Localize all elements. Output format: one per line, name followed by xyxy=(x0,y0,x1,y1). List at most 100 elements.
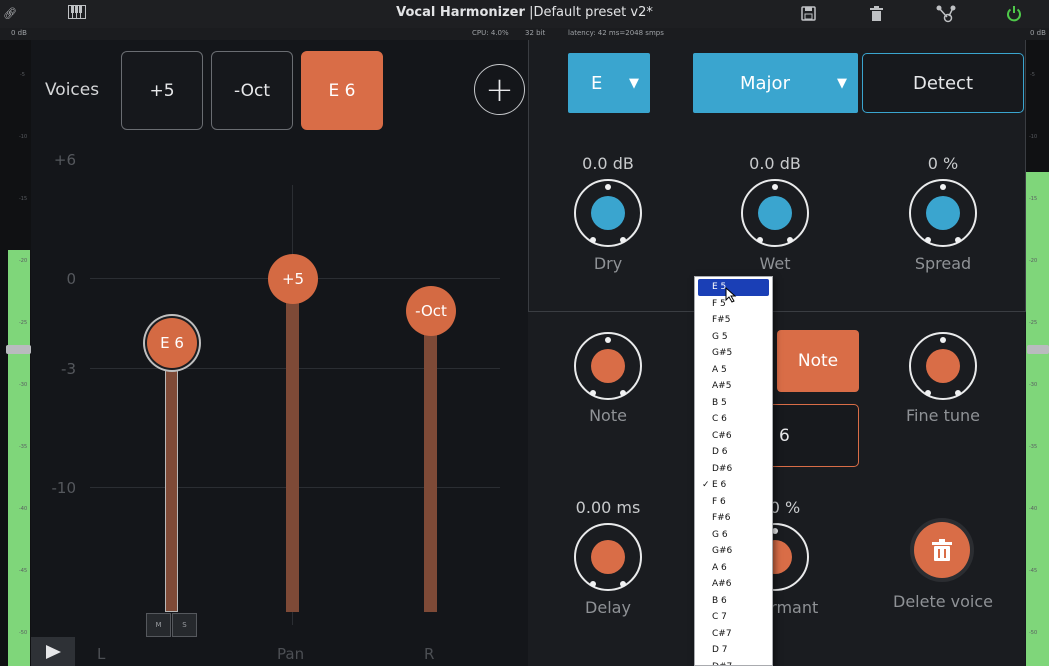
meter-tick: -45 xyxy=(1029,568,1038,574)
latency-readout: latency: 42 ms=2048 smps xyxy=(568,29,664,37)
meter-tick: -40 xyxy=(1029,506,1038,512)
note-option[interactable]: F 6 xyxy=(695,494,772,511)
chevron-down-icon: ▼ xyxy=(629,75,639,91)
delay-label: Delay xyxy=(585,598,631,617)
note-option[interactable]: A 5 xyxy=(695,362,772,379)
note-option[interactable]: A#6 xyxy=(695,576,772,593)
bit-depth-readout: 32 bit xyxy=(525,29,546,37)
detect-button[interactable]: Detect xyxy=(862,53,1024,113)
note-option[interactable]: A#5 xyxy=(695,378,772,395)
mouse-cursor-icon xyxy=(725,287,737,303)
meter-tick: -10 xyxy=(19,134,28,140)
fine-tune-knob-cap xyxy=(926,349,960,383)
fader-handle-e6[interactable]: E 6 xyxy=(147,318,197,368)
input-level-fill xyxy=(8,250,30,666)
meter-tick: -30 xyxy=(1029,382,1038,388)
power-icon[interactable] xyxy=(1006,5,1022,26)
note-option[interactable]: D 6 xyxy=(695,444,772,461)
meter-tick: -35 xyxy=(1029,444,1038,450)
knob-min-dot xyxy=(757,237,763,243)
voice-button-e6[interactable]: E 6 xyxy=(301,51,383,130)
note-dropdown-list[interactable]: E 5F 5 F#5 G 5 G#5 A 5 A#5 B 5C 6 C#6 D 6 D#6 ✓ E 6… xyxy=(694,276,773,666)
fader-track-plus5[interactable] xyxy=(286,279,299,612)
fader-handle-minus-oct[interactable]: -Oct xyxy=(406,286,456,336)
key-select[interactable]: E ▼ xyxy=(568,53,650,113)
note-option[interactable]: C 7 xyxy=(695,609,772,626)
trash-icon[interactable] xyxy=(870,6,883,25)
note-option[interactable]: D 7 xyxy=(695,642,772,659)
note-option-label: A 6 xyxy=(712,562,727,573)
save-icon[interactable] xyxy=(801,6,816,25)
output-gain-handle[interactable] xyxy=(1027,345,1049,354)
meter-tick: -25 xyxy=(1029,320,1038,326)
routing-icon[interactable] xyxy=(936,5,956,27)
note-option[interactable]: G 5 xyxy=(695,329,772,346)
meter-tick: -40 xyxy=(19,506,28,512)
note-option[interactable]: A 6 xyxy=(695,560,772,577)
spread-knob[interactable] xyxy=(909,179,977,247)
wet-label: Wet xyxy=(759,254,791,273)
note-option[interactable]: F#6 xyxy=(695,510,772,527)
note-option-label: G 5 xyxy=(712,331,728,342)
note-option[interactable]: F#5 xyxy=(695,312,772,329)
spread-label: Spread xyxy=(914,254,972,273)
preset-name[interactable]: Default preset v2* xyxy=(533,5,652,20)
note-option[interactable]: B 5 xyxy=(695,395,772,412)
note-option-label: G#6 xyxy=(712,546,733,556)
fader-track-minus-oct[interactable] xyxy=(424,310,437,612)
input-gain-handle[interactable] xyxy=(6,345,31,354)
fader-track-e6[interactable] xyxy=(165,342,178,612)
knob-min-dot xyxy=(590,237,596,243)
dry-knob-cap xyxy=(591,196,625,230)
note-option[interactable]: B 6 xyxy=(695,593,772,610)
voice-button-plus5[interactable]: +5 xyxy=(121,51,203,130)
note-option[interactable]: D#6 xyxy=(695,461,772,478)
knob-min-dot xyxy=(925,237,931,243)
dry-knob[interactable] xyxy=(574,179,642,247)
solo-button[interactable]: S xyxy=(172,613,197,637)
note-option-label: A#5 xyxy=(712,381,732,391)
delay-knob[interactable] xyxy=(574,523,642,591)
note-option[interactable]: ✓ E 6 xyxy=(695,477,772,494)
y-axis-label: +6 xyxy=(53,151,76,169)
fine-tune-knob[interactable] xyxy=(909,332,977,400)
delete-voice-button[interactable] xyxy=(914,522,970,578)
meter-tick: -35 xyxy=(19,444,28,450)
knob-max-dot xyxy=(620,390,626,396)
note-option-label: F 6 xyxy=(712,496,726,507)
mute-button[interactable]: M xyxy=(146,613,171,637)
note-option[interactable]: G#5 xyxy=(695,345,772,362)
pan-label: Pan xyxy=(277,645,305,663)
note-option-label: C 7 xyxy=(712,612,727,622)
octave-field[interactable]: 6 xyxy=(760,404,859,467)
note-knob[interactable] xyxy=(574,332,642,400)
pan-right-label: R xyxy=(424,645,435,663)
add-voice-button[interactable]: + xyxy=(474,64,525,115)
spread-knob-cap xyxy=(926,196,960,230)
scale-select[interactable]: Major ▼ xyxy=(693,53,858,113)
voice-button-minus-oct[interactable]: -Oct xyxy=(211,51,293,130)
status-bar: 0 dB CPU: 4.0% 32 bit latency: 42 ms=204… xyxy=(0,28,1049,40)
knob-min-dot xyxy=(590,390,596,396)
note-option-label: D#6 xyxy=(712,463,733,474)
pan-left-label: L xyxy=(97,645,106,663)
note-option[interactable]: G#6 xyxy=(695,543,772,560)
note-mode-button[interactable]: Note xyxy=(777,330,859,392)
fader-handle-plus5[interactable]: +5 xyxy=(268,254,318,304)
note-option[interactable]: C#7 xyxy=(695,626,772,643)
output-level-fill xyxy=(1026,172,1049,666)
note-option[interactable]: D#7 xyxy=(695,659,772,666)
knob-max-dot xyxy=(620,581,626,587)
play-icon xyxy=(46,644,61,659)
wet-knob[interactable] xyxy=(741,179,809,247)
note-option[interactable]: G 6 xyxy=(695,527,772,544)
note-option-label: F#6 xyxy=(712,513,731,523)
key-select-value: E xyxy=(591,72,603,94)
knob-indicator xyxy=(605,337,611,343)
y-axis-label: -10 xyxy=(51,479,77,497)
knob-indicator xyxy=(772,184,778,190)
dry-value: 0.0 dB xyxy=(582,154,634,173)
play-button[interactable] xyxy=(31,637,75,666)
note-option[interactable]: C 6 xyxy=(695,411,772,428)
note-option[interactable]: C#6 xyxy=(695,428,772,445)
